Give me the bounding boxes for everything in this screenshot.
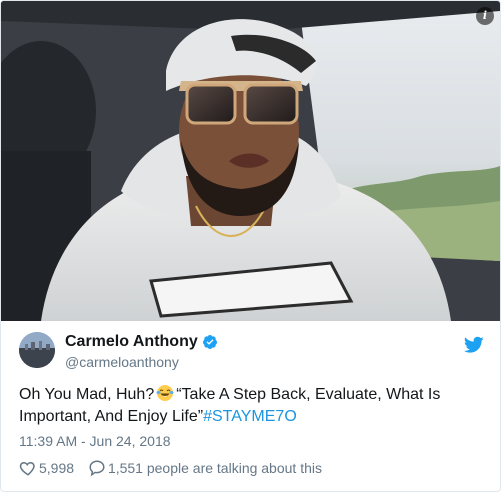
hashtag-link[interactable]: #STAYME7O [203, 408, 297, 425]
tweet-timestamp[interactable]: 11:39 AM - Jun 24, 2018 [19, 433, 171, 449]
embedded-tweet-card: i Carmelo Anthony @carmeloanthony Oh You… [0, 0, 501, 492]
tweet-text: Oh You Mad, Huh? “Take A Step Back, Evalu… [19, 384, 479, 428]
like-action[interactable]: 5,998 [19, 459, 74, 477]
tweet-actions: 5,998 1,551 people are talking about thi… [19, 459, 322, 481]
heart-icon [19, 462, 35, 477]
avatar-image [19, 332, 55, 368]
twitter-bird-icon[interactable] [464, 336, 484, 354]
tweet-text-part-1: Oh You Mad, Huh? [19, 386, 155, 403]
talking-count: 1,551 people are talking about this [107, 460, 322, 477]
speech-bubble-icon [89, 460, 105, 477]
display-name[interactable]: Carmelo Anthony [65, 333, 198, 350]
face-with-tears-of-joy-icon [156, 385, 174, 401]
avatar[interactable] [19, 332, 55, 368]
conversation-action[interactable]: 1,551 people are talking about this [88, 459, 322, 477]
name-row: Carmelo Anthony [65, 333, 218, 353]
tweet-header: Carmelo Anthony @carmeloanthony [19, 332, 484, 376]
verified-badge-icon [202, 335, 217, 349]
tweet-photo-illustration [1, 1, 500, 321]
user-handle[interactable]: @carmeloanthony [65, 354, 179, 370]
tweet-photo[interactable]: i [1, 1, 500, 321]
photo-info-icon[interactable]: i [476, 7, 494, 25]
like-count: 5,998 [39, 460, 75, 477]
